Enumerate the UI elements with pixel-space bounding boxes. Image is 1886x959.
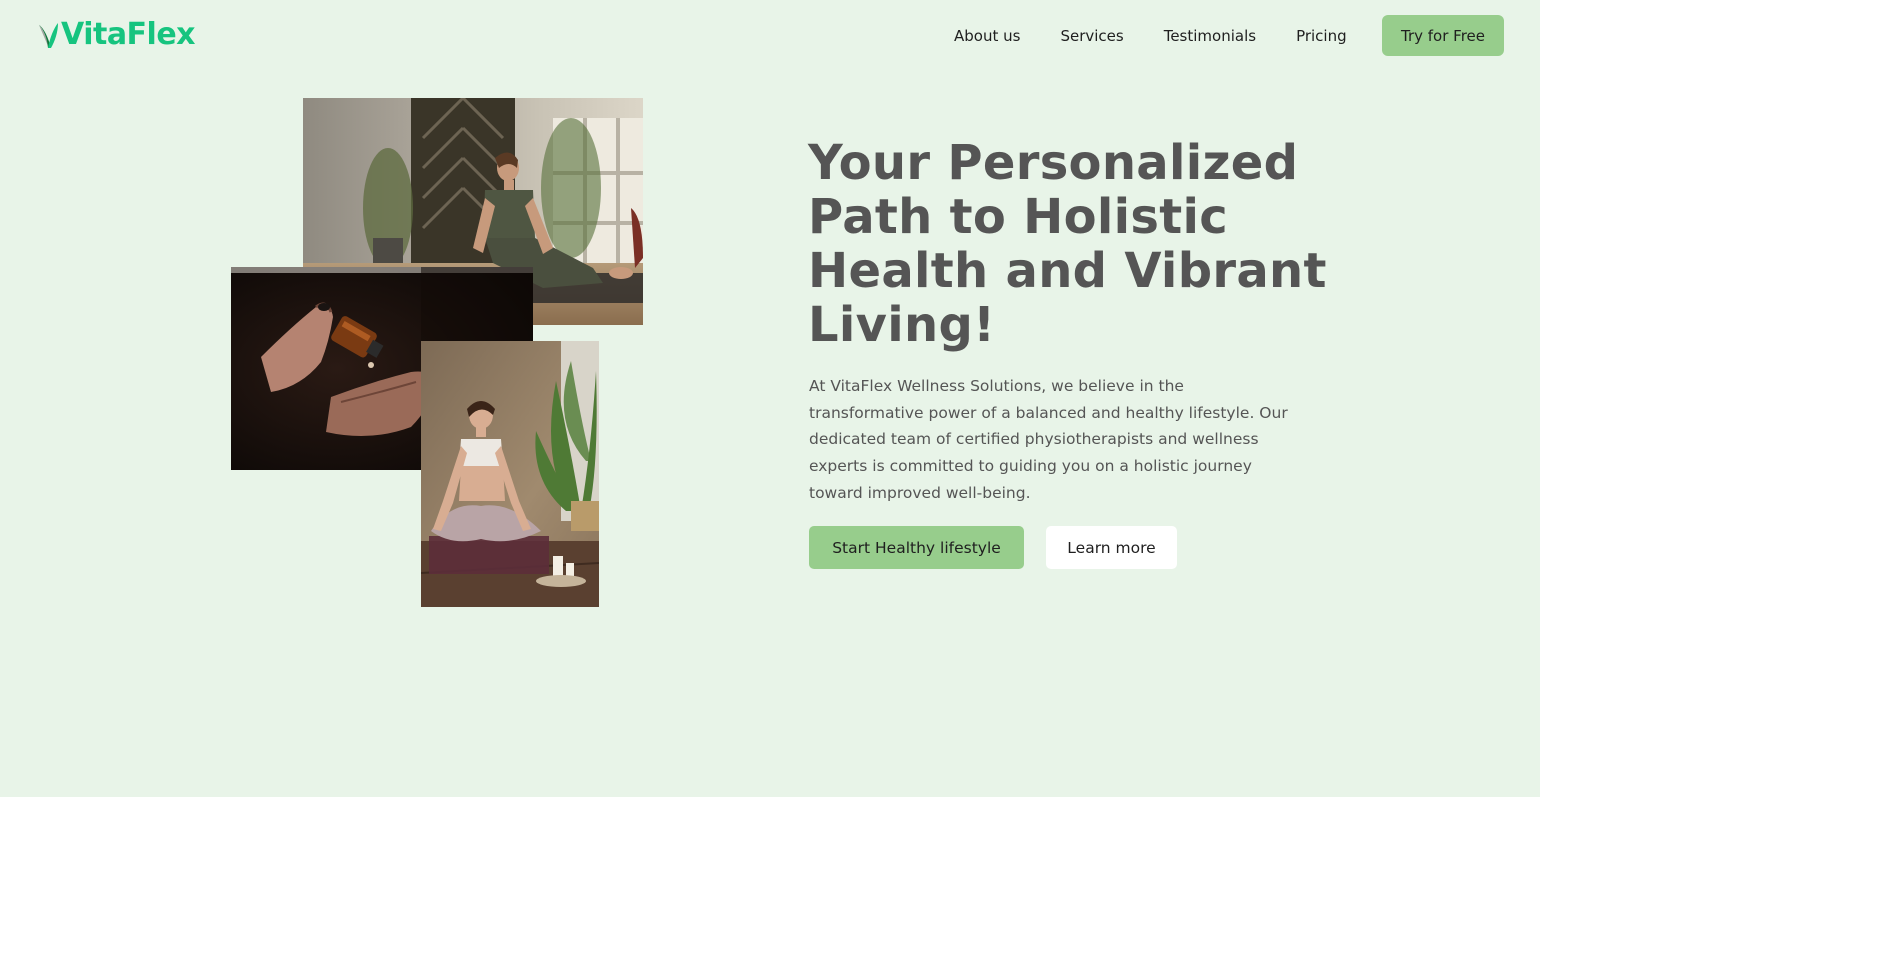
nav-link-about-us[interactable]: About us (954, 27, 1020, 45)
hero-title: Your Personalized Path to Holistic Healt… (808, 135, 1327, 353)
meditation-photo (421, 341, 599, 607)
leaf-icon (38, 23, 58, 48)
brand-name: VitaFlex (61, 16, 196, 52)
nav-link-testimonials[interactable]: Testimonials (1164, 27, 1256, 45)
brand-logo[interactable]: VitaFlex (37, 14, 196, 54)
main-nav: About us Services Testimonials Pricing (934, 15, 1387, 56)
try-for-free-button[interactable]: Try for Free (1382, 15, 1504, 56)
learn-more-button[interactable]: Learn more (1046, 526, 1177, 569)
hero-description: At VitaFlex Wellness Solutions, we belie… (809, 377, 1288, 502)
nav-link-pricing[interactable]: Pricing (1296, 27, 1347, 45)
nav-link-services[interactable]: Services (1060, 27, 1123, 45)
start-healthy-lifestyle-button[interactable]: Start Healthy lifestyle (809, 526, 1024, 569)
page: VitaFlex About us Services Testimonials … (0, 0, 1540, 797)
